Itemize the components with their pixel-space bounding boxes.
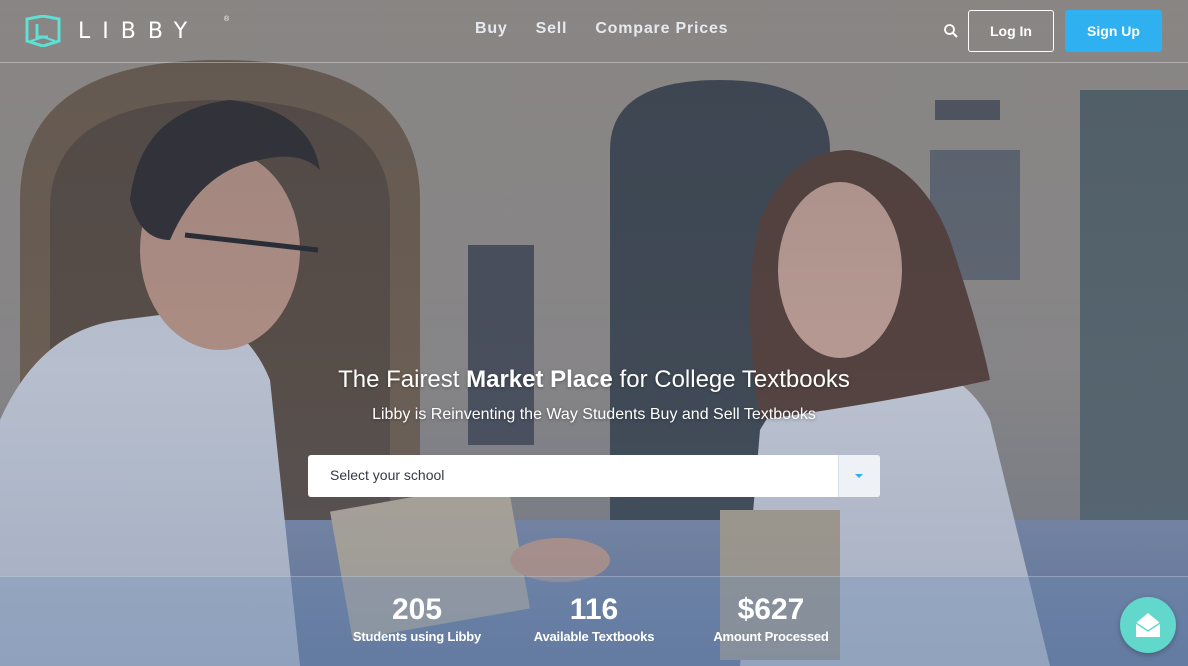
stat-students: 205 Students using Libby	[337, 593, 497, 644]
hero-headline: The Fairest Market Place for College Tex…	[0, 366, 1188, 394]
headline-part-1: The Fairest	[338, 366, 467, 393]
stat-amount-processed: $627 Amount Processed	[691, 593, 851, 644]
main-nav: Buy Sell Compare Prices	[475, 20, 756, 38]
stat-textbooks: 116 Available Textbooks	[514, 593, 674, 644]
hero-overlay	[0, 0, 1188, 666]
login-button[interactable]: Log In	[968, 10, 1054, 52]
hero-subheadline: Libby is Reinventing the Way Students Bu…	[372, 406, 816, 423]
nav-link-buy[interactable]: Buy	[475, 20, 508, 38]
stat-value: 116	[569, 593, 619, 626]
signup-button[interactable]: Sign Up	[1065, 10, 1162, 52]
hero-section: LIBBY ® Buy Sell Compare Prices Log In S…	[0, 0, 1188, 666]
registered-mark: ®	[224, 16, 230, 23]
stat-value: $627	[737, 593, 805, 626]
libby-logo-icon	[25, 15, 61, 47]
search-icon[interactable]	[942, 22, 960, 40]
headline-part-3: for College Textbooks	[612, 366, 850, 393]
stats-bar: 205 Students using Libby 116 Available T…	[0, 576, 1188, 666]
school-select-dropdown[interactable]: Select your school	[308, 455, 880, 497]
top-navbar: LIBBY ® Buy Sell Compare Prices Log In S…	[0, 0, 1188, 63]
stat-label: Available Textbooks	[533, 629, 655, 644]
brand-logo[interactable]: LIBBY ®	[24, 14, 229, 48]
nav-link-sell[interactable]: Sell	[536, 20, 568, 38]
dropdown-toggle-button[interactable]	[838, 455, 880, 497]
nav-link-compare-prices[interactable]: Compare Prices	[595, 20, 728, 38]
chevron-down-icon	[855, 474, 863, 478]
headline-emphasis: Market Place	[466, 366, 613, 393]
envelope-icon	[1135, 613, 1161, 637]
school-select-placeholder: Select your school	[330, 467, 445, 483]
stat-label: Amount Processed	[713, 629, 829, 644]
stat-value: 205	[391, 593, 443, 626]
stat-label: Students using Libby	[352, 629, 482, 644]
brand-name: LIBBY	[78, 18, 200, 44]
chat-widget-button[interactable]	[1120, 597, 1176, 653]
